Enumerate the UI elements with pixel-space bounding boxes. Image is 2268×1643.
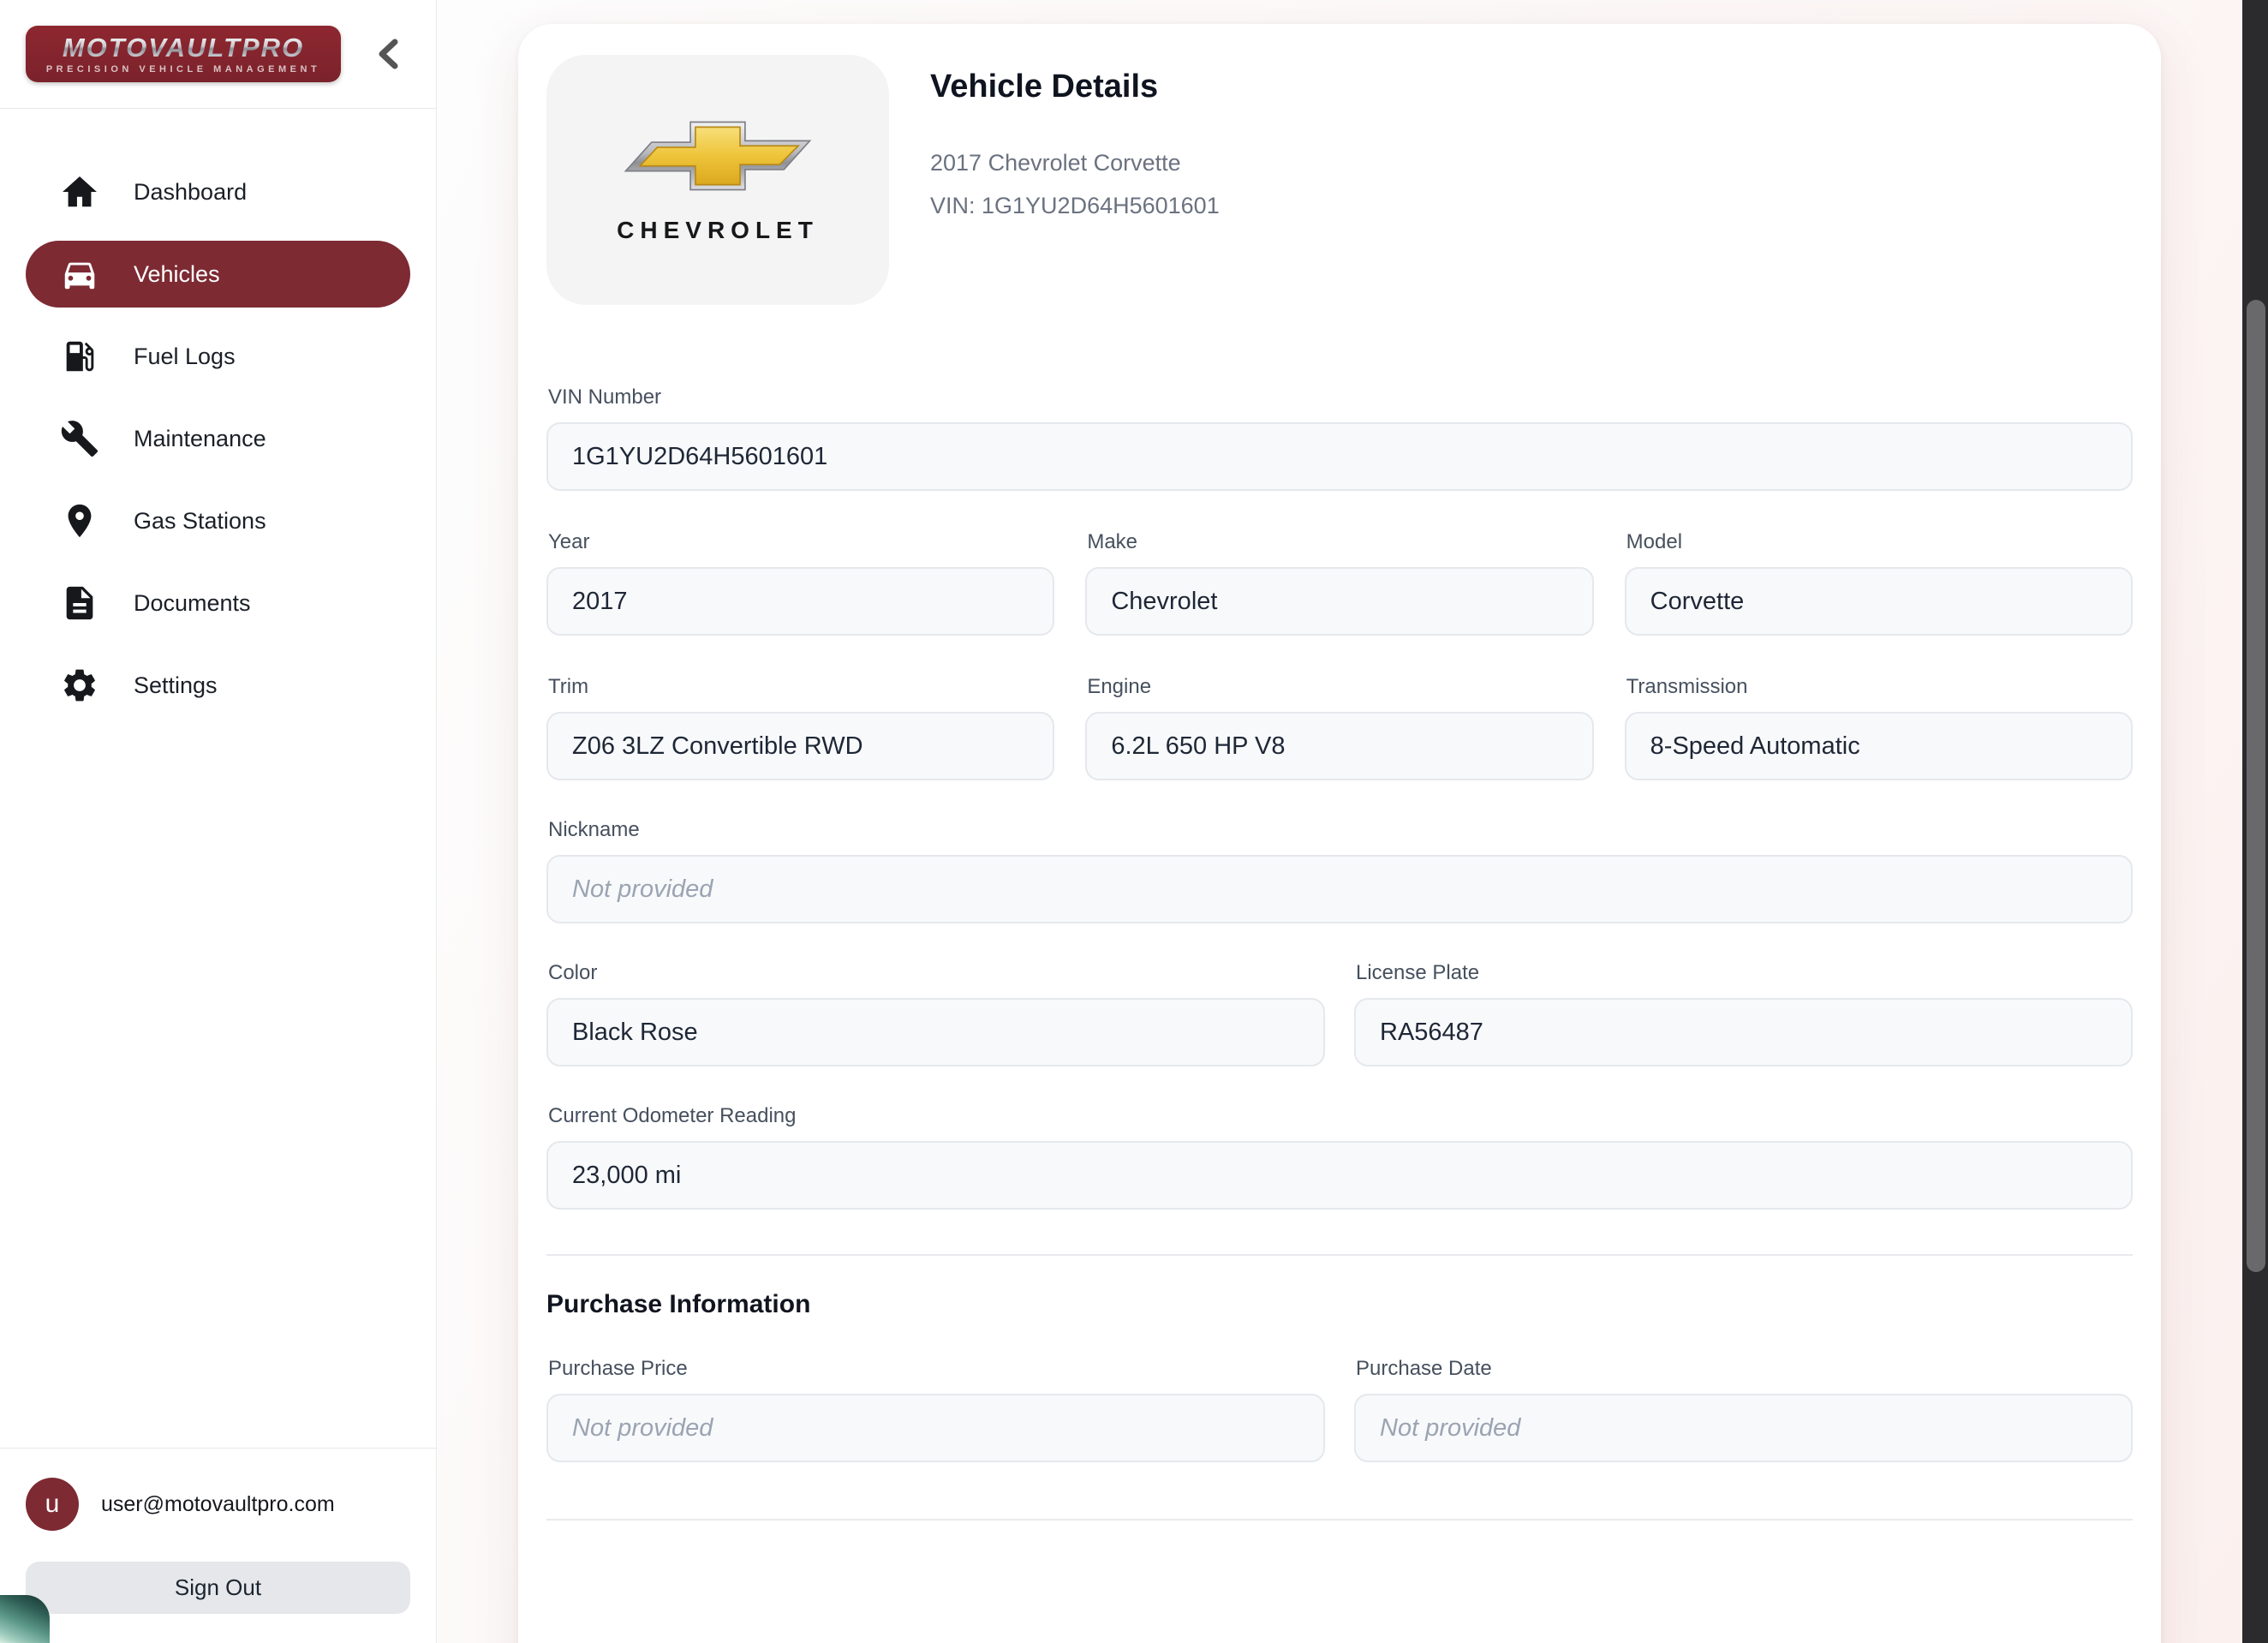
sidebar-collapse-button[interactable] <box>371 37 405 71</box>
sidebar-item-documents[interactable]: Documents <box>26 570 410 636</box>
section-divider <box>546 1519 2133 1521</box>
license-plate-label: License Plate <box>1356 961 2133 985</box>
trim-label: Trim <box>548 675 1054 699</box>
fuel-pump-icon <box>60 337 99 376</box>
user-row: u user@motovaultpro.com <box>26 1478 410 1531</box>
scrollbar-track[interactable] <box>2242 0 2268 1643</box>
purchase-date-input[interactable] <box>1354 1394 2133 1462</box>
header-text: Vehicle Details 2017 Chevrolet Corvette … <box>930 55 1220 305</box>
purchase-price-label: Purchase Price <box>548 1357 1325 1381</box>
section-divider <box>546 1254 2133 1256</box>
field-trim: Trim <box>546 675 1054 780</box>
sidebar-item-label: Gas Stations <box>134 508 266 535</box>
sidebar-item-dashboard[interactable]: Dashboard <box>26 158 410 225</box>
home-icon <box>60 172 99 212</box>
row-trim-engine-transmission: Trim Engine Transmission <box>546 675 2133 780</box>
color-input[interactable] <box>546 998 1325 1066</box>
year-label: Year <box>548 530 1054 554</box>
engine-input[interactable] <box>1085 712 1593 780</box>
nickname-input[interactable] <box>546 855 2133 923</box>
vin-input[interactable] <box>546 422 2133 491</box>
make-input[interactable] <box>1085 567 1593 636</box>
transmission-input[interactable] <box>1625 712 2133 780</box>
sidebar-item-vehicles[interactable]: Vehicles <box>26 241 410 308</box>
purchase-date-label: Purchase Date <box>1356 1357 2133 1381</box>
sidebar-nav: Dashboard Vehicles Fuel Logs Maintenance… <box>0 109 436 719</box>
license-plate-input[interactable] <box>1354 998 2133 1066</box>
chevron-left-icon <box>377 39 399 69</box>
row-purchase: Purchase Price Purchase Date <box>546 1357 2133 1462</box>
field-license-plate: License Plate <box>1354 961 2133 1066</box>
field-nickname: Nickname <box>546 818 2133 923</box>
wrench-icon <box>60 419 99 458</box>
make-label: Make <box>1087 530 1593 554</box>
scrollbar-thumb[interactable] <box>2247 300 2265 1272</box>
document-icon <box>60 583 99 623</box>
year-input[interactable] <box>546 567 1054 636</box>
field-purchase-date: Purchase Date <box>1354 1357 2133 1462</box>
avatar: u <box>26 1478 79 1531</box>
page-title: Vehicle Details <box>930 69 1220 105</box>
sidebar-item-label: Dashboard <box>134 179 247 206</box>
color-label: Color <box>548 961 1325 985</box>
sidebar-item-label: Maintenance <box>134 426 266 452</box>
purchase-information-heading: Purchase Information <box>546 1290 2133 1319</box>
user-email: user@motovaultpro.com <box>101 1492 335 1517</box>
chevrolet-logo-icon <box>610 116 826 196</box>
vin-label: VIN Number <box>548 385 2133 409</box>
trim-input[interactable] <box>546 712 1054 780</box>
corner-image-decoration <box>0 1595 50 1643</box>
engine-label: Engine <box>1087 675 1593 699</box>
field-model: Model <box>1625 530 2133 636</box>
nickname-label: Nickname <box>548 818 2133 842</box>
purchase-price-input[interactable] <box>546 1394 1325 1462</box>
make-logo-box: CHEVROLET <box>546 55 889 305</box>
app-logo: MOTOVAULTPRO PRECISION VEHICLE MANAGEMEN… <box>26 26 341 82</box>
vehicle-vin-line: VIN: 1G1YU2D64H5601601 <box>930 193 1220 219</box>
sidebar-footer: u user@motovaultpro.com Sign Out <box>0 1448 436 1643</box>
field-transmission: Transmission <box>1625 675 2133 780</box>
transmission-label: Transmission <box>1626 675 2133 699</box>
app-logo-title: MOTOVAULTPRO <box>63 34 304 61</box>
field-color: Color <box>546 961 1325 1066</box>
vehicle-details-header: CHEVROLET Vehicle Details 2017 Chevrolet… <box>546 55 2133 305</box>
row-year-make-model: Year Make Model <box>546 530 2133 636</box>
field-make: Make <box>1085 530 1593 636</box>
sidebar-item-settings[interactable]: Settings <box>26 652 410 719</box>
sidebar-item-label: Vehicles <box>134 261 220 288</box>
vehicle-details-card: CHEVROLET Vehicle Details 2017 Chevrolet… <box>518 24 2161 1643</box>
model-input[interactable] <box>1625 567 2133 636</box>
odometer-label: Current Odometer Reading <box>548 1104 2133 1128</box>
main-area: CHEVROLET Vehicle Details 2017 Chevrolet… <box>438 0 2268 1643</box>
app-logo-tagline: PRECISION VEHICLE MANAGEMENT <box>46 65 320 75</box>
odometer-input[interactable] <box>546 1141 2133 1210</box>
make-logo-wordmark: CHEVROLET <box>617 217 819 244</box>
sidebar-item-label: Fuel Logs <box>134 344 236 370</box>
sidebar-item-maintenance[interactable]: Maintenance <box>26 405 410 472</box>
vehicle-summary: 2017 Chevrolet Corvette <box>930 150 1220 176</box>
sidebar-item-label: Settings <box>134 672 218 699</box>
sidebar-header: MOTOVAULTPRO PRECISION VEHICLE MANAGEMEN… <box>0 0 436 109</box>
model-label: Model <box>1626 530 2133 554</box>
sidebar-item-label: Documents <box>134 590 251 617</box>
map-pin-icon <box>60 501 99 541</box>
sidebar: MOTOVAULTPRO PRECISION VEHICLE MANAGEMEN… <box>0 0 437 1643</box>
field-year: Year <box>546 530 1054 636</box>
car-icon <box>60 254 99 294</box>
field-purchase-price: Purchase Price <box>546 1357 1325 1462</box>
vehicle-form: VIN Number Year Make Model <box>546 385 2133 1643</box>
sidebar-item-gas-stations[interactable]: Gas Stations <box>26 487 410 554</box>
field-vin: VIN Number <box>546 385 2133 491</box>
gear-icon <box>60 666 99 705</box>
sidebar-item-fuel-logs[interactable]: Fuel Logs <box>26 323 410 390</box>
sign-out-button[interactable]: Sign Out <box>26 1562 410 1614</box>
field-engine: Engine <box>1085 675 1593 780</box>
row-color-license: Color License Plate <box>546 961 2133 1066</box>
field-odometer: Current Odometer Reading <box>546 1104 2133 1210</box>
